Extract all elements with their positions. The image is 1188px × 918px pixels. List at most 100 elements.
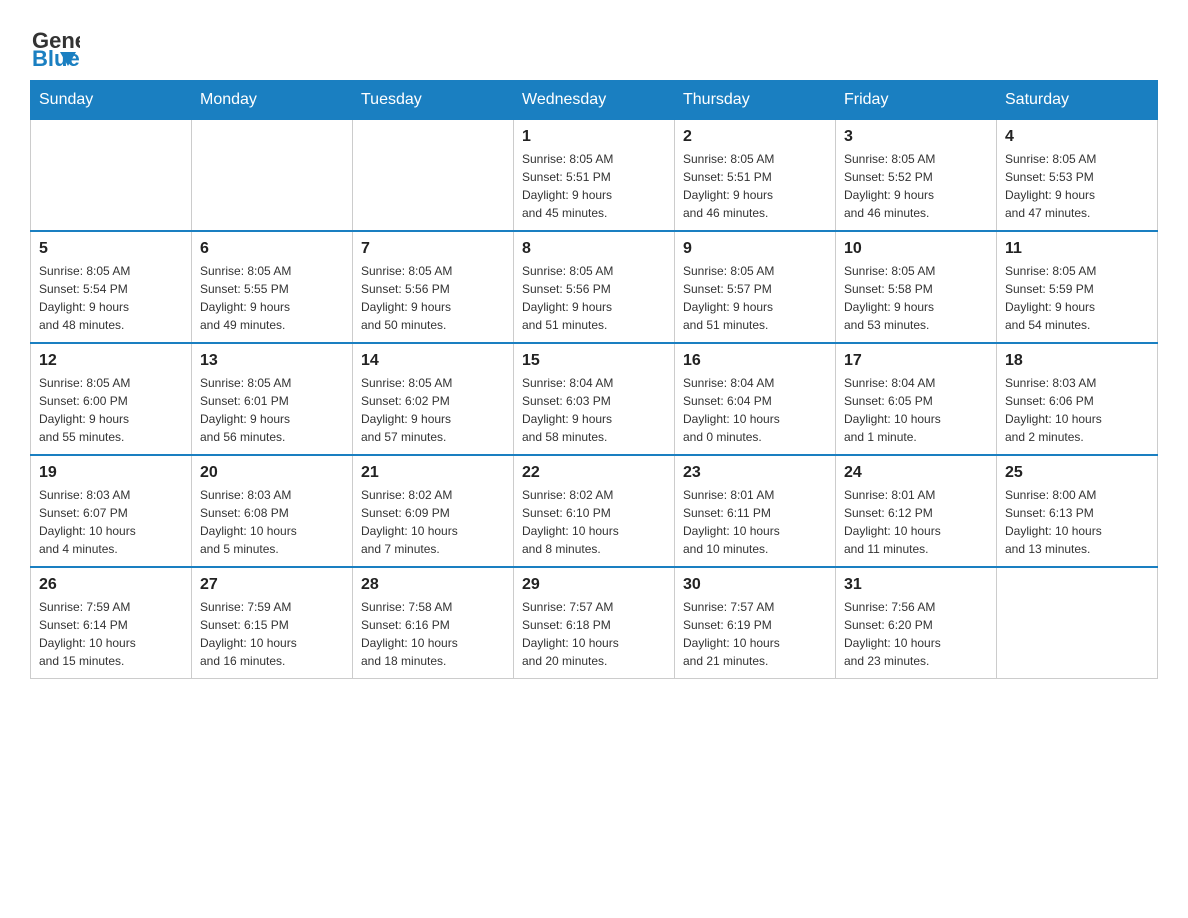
weekday-header-monday: Monday [192,81,353,120]
day-info: Sunrise: 8:05 AMSunset: 5:51 PMDaylight:… [522,150,666,222]
calendar-cell [31,120,192,232]
day-number: 10 [844,240,988,258]
calendar-cell: 27 Sunrise: 7:59 AMSunset: 6:15 PMDayligh… [192,567,353,679]
day-number: 18 [1005,352,1149,370]
weekday-header-sunday: Sunday [31,81,192,120]
day-number: 5 [39,240,183,258]
day-number: 27 [200,576,344,594]
logo-icon: General Blue [30,20,80,70]
day-number: 2 [683,128,827,146]
day-number: 26 [39,576,183,594]
day-number: 3 [844,128,988,146]
calendar-cell: 9Sunrise: 8:05 AMSunset: 5:57 PMDaylight… [675,231,836,343]
day-info: Sunrise: 7:59 AMSunset: 6:15 PMDaylight:… [200,598,344,670]
day-number: 13 [200,352,344,370]
logo: General Blue [30,20,80,70]
calendar-cell: 29 Sunrise: 7:57 AMSunset: 6:18 PMDayligh… [514,567,675,679]
day-info: Sunrise: 7:58 AMSunset: 6:16 PMDaylight:… [361,598,505,670]
calendar-cell: 28 Sunrise: 7:58 AMSunset: 6:16 PMDayligh… [353,567,514,679]
week-row-1: 1 Sunrise: 8:05 AMSunset: 5:51 PMDaylight… [31,120,1158,232]
day-number: 25 [1005,464,1149,482]
weekday-header-friday: Friday [836,81,997,120]
calendar-cell: 22 Sunrise: 8:02 AMSunset: 6:10 PMDayligh… [514,455,675,567]
calendar-cell: 11 Sunrise: 8:05 AMSunset: 5:59 PMDayligh… [997,231,1158,343]
day-info: Sunrise: 8:02 AMSunset: 6:10 PMDaylight:… [522,486,666,558]
calendar-cell: 3 Sunrise: 8:05 AMSunset: 5:52 PMDaylight… [836,120,997,232]
day-info: Sunrise: 8:05 AMSunset: 5:54 PMDaylight:… [39,262,183,334]
day-number: 20 [200,464,344,482]
calendar-cell: 7 Sunrise: 8:05 AMSunset: 5:56 PMDaylight… [353,231,514,343]
day-number: 30 [683,576,827,594]
day-info: Sunrise: 8:05 AMSunset: 5:57 PMDaylight:… [683,262,827,334]
day-info: Sunrise: 8:04 AMSunset: 6:05 PMDaylight:… [844,374,988,446]
day-info: Sunrise: 8:05 AMSunset: 5:58 PMDaylight:… [844,262,988,334]
day-number: 28 [361,576,505,594]
calendar-cell: 25 Sunrise: 8:00 AMSunset: 6:13 PMDayligh… [997,455,1158,567]
weekday-header-row: SundayMondayTuesdayWednesdayThursdayFrid… [31,81,1158,120]
weekday-header-saturday: Saturday [997,81,1158,120]
calendar-cell: 20Sunrise: 8:03 AMSunset: 6:08 PMDayligh… [192,455,353,567]
day-number: 1 [522,128,666,146]
calendar-cell: 18 Sunrise: 8:03 AMSunset: 6:06 PMDayligh… [997,343,1158,455]
day-number: 12 [39,352,183,370]
day-info: Sunrise: 8:05 AMSunset: 5:56 PMDaylight:… [522,262,666,334]
day-info: Sunrise: 8:03 AMSunset: 6:07 PMDaylight:… [39,486,183,558]
calendar-cell: 19 Sunrise: 8:03 AMSunset: 6:07 PMDayligh… [31,455,192,567]
day-number: 14 [361,352,505,370]
day-number: 16 [683,352,827,370]
day-info: Sunrise: 7:59 AMSunset: 6:14 PMDaylight:… [39,598,183,670]
day-info: Sunrise: 8:02 AMSunset: 6:09 PMDaylight:… [361,486,505,558]
day-number: 17 [844,352,988,370]
day-info: Sunrise: 8:05 AMSunset: 5:56 PMDaylight:… [361,262,505,334]
calendar-cell: 4Sunrise: 8:05 AMSunset: 5:53 PMDaylight… [997,120,1158,232]
day-info: Sunrise: 8:05 AMSunset: 5:52 PMDaylight:… [844,150,988,222]
day-number: 23 [683,464,827,482]
day-info: Sunrise: 8:05 AMSunset: 5:59 PMDaylight:… [1005,262,1149,334]
weekday-header-tuesday: Tuesday [353,81,514,120]
day-number: 11 [1005,240,1149,258]
calendar-cell [353,120,514,232]
week-row-4: 19 Sunrise: 8:03 AMSunset: 6:07 PMDayligh… [31,455,1158,567]
calendar-cell: 26 Sunrise: 7:59 AMSunset: 6:14 PMDayligh… [31,567,192,679]
calendar-cell: 21 Sunrise: 8:02 AMSunset: 6:09 PMDayligh… [353,455,514,567]
day-info: Sunrise: 7:56 AMSunset: 6:20 PMDaylight:… [844,598,988,670]
calendar-cell: 17 Sunrise: 8:04 AMSunset: 6:05 PMDayligh… [836,343,997,455]
calendar-cell: 30 Sunrise: 7:57 AMSunset: 6:19 PMDayligh… [675,567,836,679]
day-info: Sunrise: 8:01 AMSunset: 6:12 PMDaylight:… [844,486,988,558]
calendar-cell [997,567,1158,679]
day-number: 22 [522,464,666,482]
day-info: Sunrise: 8:04 AMSunset: 6:03 PMDaylight:… [522,374,666,446]
calendar-cell: 2Sunrise: 8:05 AMSunset: 5:51 PMDaylight… [675,120,836,232]
day-info: Sunrise: 8:05 AMSunset: 6:00 PMDaylight:… [39,374,183,446]
page-header: General Blue [30,20,1158,70]
day-info: Sunrise: 7:57 AMSunset: 6:18 PMDaylight:… [522,598,666,670]
calendar-cell: 10 Sunrise: 8:05 AMSunset: 5:58 PMDayligh… [836,231,997,343]
day-number: 21 [361,464,505,482]
day-info: Sunrise: 7:57 AMSunset: 6:19 PMDaylight:… [683,598,827,670]
day-info: Sunrise: 8:01 AMSunset: 6:11 PMDaylight:… [683,486,827,558]
day-info: Sunrise: 8:00 AMSunset: 6:13 PMDaylight:… [1005,486,1149,558]
calendar-cell: 31Sunrise: 7:56 AMSunset: 6:20 PMDayligh… [836,567,997,679]
calendar-cell: 13 Sunrise: 8:05 AMSunset: 6:01 PMDayligh… [192,343,353,455]
day-info: Sunrise: 8:05 AMSunset: 6:01 PMDaylight:… [200,374,344,446]
calendar-cell: 14 Sunrise: 8:05 AMSunset: 6:02 PMDayligh… [353,343,514,455]
calendar-table: SundayMondayTuesdayWednesdayThursdayFrid… [30,80,1158,679]
day-info: Sunrise: 8:05 AMSunset: 6:02 PMDaylight:… [361,374,505,446]
week-row-3: 12 Sunrise: 8:05 AMSunset: 6:00 PMDayligh… [31,343,1158,455]
weekday-header-wednesday: Wednesday [514,81,675,120]
calendar-cell: 1 Sunrise: 8:05 AMSunset: 5:51 PMDaylight… [514,120,675,232]
day-number: 24 [844,464,988,482]
week-row-5: 26 Sunrise: 7:59 AMSunset: 6:14 PMDayligh… [31,567,1158,679]
calendar-cell: 6 Sunrise: 8:05 AMSunset: 5:55 PMDaylight… [192,231,353,343]
svg-text:Blue: Blue [32,46,80,70]
day-number: 7 [361,240,505,258]
day-info: Sunrise: 8:03 AMSunset: 6:06 PMDaylight:… [1005,374,1149,446]
day-number: 19 [39,464,183,482]
calendar-cell: 12 Sunrise: 8:05 AMSunset: 6:00 PMDayligh… [31,343,192,455]
day-number: 6 [200,240,344,258]
day-info: Sunrise: 8:05 AMSunset: 5:55 PMDaylight:… [200,262,344,334]
calendar-cell: 23 Sunrise: 8:01 AMSunset: 6:11 PMDayligh… [675,455,836,567]
day-number: 29 [522,576,666,594]
weekday-header-thursday: Thursday [675,81,836,120]
calendar-cell: 24 Sunrise: 8:01 AMSunset: 6:12 PMDayligh… [836,455,997,567]
